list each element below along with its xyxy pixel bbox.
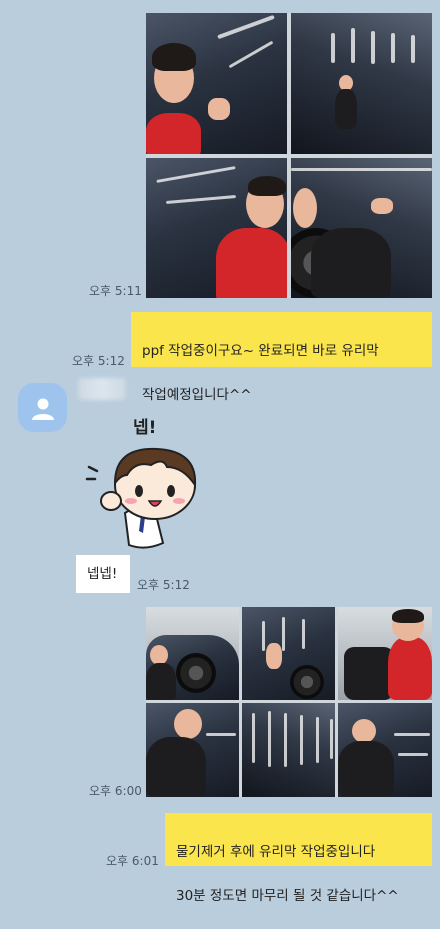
message-line: 30분 정도면 마무리 될 것 같습니다^^ — [176, 888, 399, 904]
photo-2-4[interactable] — [146, 703, 239, 797]
message-line: ppf 작업중이구요~ 완료되면 바로 유리막 — [142, 343, 379, 359]
timestamp: 오후 5:12 — [137, 578, 190, 592]
message-bubble[interactable]: ppf 작업중이구요~ 완료되면 바로 유리막 작업예정입니다^^ — [131, 312, 432, 403]
photo-2-6[interactable] — [338, 703, 432, 797]
photo-2-5[interactable] — [242, 703, 335, 797]
message-line: 물기제거 후에 유리막 작업중입니다 — [176, 844, 376, 860]
photo-1-3[interactable] — [146, 158, 287, 298]
timestamp: 오후 6:00 — [89, 784, 142, 798]
sticker-caption: 넵! — [133, 418, 157, 438]
photo-1-4[interactable] — [291, 158, 432, 298]
avatar[interactable] — [18, 383, 67, 432]
message-text: 넵넵! — [87, 566, 118, 582]
photo-2-2[interactable] — [242, 607, 335, 700]
photo-1-2[interactable] — [291, 13, 432, 154]
photo-1-1[interactable] — [146, 13, 287, 154]
message-bubble[interactable]: 넵넵! — [76, 555, 130, 593]
photo-2-3[interactable] — [338, 607, 432, 700]
photo-grid-1[interactable] — [146, 13, 432, 298]
timestamp: 오후 5:11 — [89, 284, 142, 298]
timestamp: 오후 5:12 — [72, 354, 125, 368]
person-silhouette-icon — [31, 398, 54, 420]
photo-grid-2[interactable] — [146, 607, 432, 797]
sender-name-blurred — [78, 378, 126, 400]
photo-2-1[interactable] — [146, 607, 239, 700]
message-bubble[interactable]: 물기제거 후에 유리막 작업중입니다 30분 정도면 마무리 될 것 같습니다^… — [165, 813, 432, 904]
sticker[interactable]: 넵! — [75, 405, 205, 555]
message-line: 작업예정입니다^^ — [142, 387, 252, 403]
timestamp: 오후 6:01 — [106, 854, 159, 868]
